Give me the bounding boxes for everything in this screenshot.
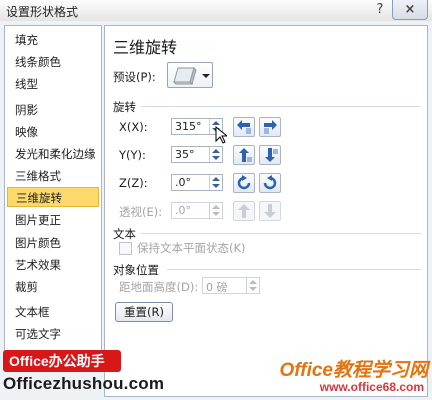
distance-from-ground-spinner[interactable]: 0 磅 [202, 277, 260, 294]
tilt-down-icon[interactable] [259, 145, 281, 165]
preset-label: 预设(P): [113, 70, 156, 84]
rotation-divider [141, 106, 421, 107]
window-title: 设置形状格式 [6, 5, 79, 19]
category-list: 填充 线条颜色 线型 阴影 映像 发光和柔化边缘 三维格式 三维旋转 图片更正 … [4, 25, 102, 367]
rotation-section-title: 旋转 [113, 100, 136, 114]
brand-overlay: Office办公助手 Officezhushou.com [0, 348, 170, 400]
perspective-spinner[interactable]: .0° [171, 202, 223, 219]
y-rotation-spinner[interactable]: 35° [171, 146, 223, 163]
perspective-arrows[interactable] [209, 203, 222, 218]
reset-button[interactable]: 重置(R) [115, 302, 173, 322]
title-bar: 设置形状格式 ? × [0, 0, 432, 22]
sidebar-item-3d-format[interactable]: 三维格式 [7, 166, 99, 186]
brand-site: Officezhushou.com [3, 374, 165, 393]
y-rotation-label: Y(Y): [119, 148, 146, 162]
sidebar-item-reflection[interactable]: 映像 [7, 122, 99, 142]
z-rotation-value: .0° [175, 176, 191, 189]
tilt-up-icon[interactable] [233, 145, 255, 165]
dialog-body: 填充 线条颜色 线型 阴影 映像 发光和柔化边缘 三维格式 三维旋转 图片更正 … [0, 21, 432, 400]
help-icon[interactable]: ? [368, 0, 392, 19]
sidebar-item-glow-soft-edges[interactable]: 发光和柔化边缘 [7, 144, 99, 164]
rotate-right-icon[interactable] [259, 117, 281, 137]
keep-text-flat-label: 保持文本平面状态(K) [137, 241, 246, 255]
distance-from-ground-label: 距地面高度(D): [119, 280, 199, 294]
y-rotation-arrows[interactable] [209, 147, 222, 162]
sidebar-item-line-color[interactable]: 线条颜色 [7, 52, 99, 72]
sidebar-item-fill[interactable]: 填充 [7, 30, 99, 50]
sidebar-item-artistic-effects[interactable]: 艺术效果 [7, 255, 99, 275]
sidebar-item-picture-corrections[interactable]: 图片更正 [7, 210, 99, 230]
distance-arrows[interactable] [246, 278, 259, 293]
watermark-title: Office教程学习网 [279, 360, 428, 381]
watermark-url: www.office68.com [319, 380, 424, 394]
rotate-clockwise-icon[interactable] [259, 173, 281, 193]
sidebar-item-picture-color[interactable]: 图片颜色 [7, 233, 99, 253]
sidebar-item-shadow[interactable]: 阴影 [7, 100, 99, 120]
z-rotation-spinner[interactable]: .0° [171, 174, 223, 191]
object-position-divider [167, 269, 421, 270]
x-rotation-label: X(X): [119, 120, 148, 134]
object-position-title: 对象位置 [113, 263, 159, 277]
sidebar-item-text-box[interactable]: 文本框 [7, 302, 99, 322]
widen-field-of-view-icon[interactable] [259, 201, 281, 221]
rotate-counterclockwise-icon[interactable] [233, 173, 255, 193]
x-rotation-value: 315° [175, 120, 202, 133]
panel-heading: 三维旋转 [113, 38, 178, 57]
sidebar-item-crop[interactable]: 裁剪 [7, 277, 99, 297]
sidebar-item-3d-rotation[interactable]: 三维旋转 [7, 187, 99, 207]
z-rotation-label: Z(Z): [119, 176, 148, 190]
settings-panel: 三维旋转 预设(P): 旋转 X(X): 315° Y(Y): 35° Z(Z)… [104, 25, 428, 397]
perspective-label: 透视(E): [119, 205, 163, 219]
brand-badge: Office办公助手 [3, 350, 121, 372]
preset-dropdown[interactable] [167, 62, 213, 88]
preset-cube-icon [172, 67, 210, 85]
keep-text-flat-checkbox[interactable] [119, 242, 132, 255]
z-rotation-arrows[interactable] [209, 175, 222, 190]
distance-from-ground-value: 0 磅 [206, 281, 228, 294]
rotate-left-icon[interactable] [233, 117, 255, 137]
sidebar-item-line-style[interactable]: 线型 [7, 74, 99, 94]
y-rotation-value: 35° [175, 148, 195, 161]
close-icon[interactable]: × [392, 0, 428, 20]
sidebar-item-alt-text[interactable]: 可选文字 [7, 324, 99, 344]
text-section-title: 文本 [113, 227, 136, 241]
narrow-field-of-view-icon[interactable] [233, 201, 255, 221]
mouse-cursor-icon [215, 125, 229, 147]
perspective-value: .0° [175, 204, 191, 217]
text-divider [141, 233, 421, 234]
